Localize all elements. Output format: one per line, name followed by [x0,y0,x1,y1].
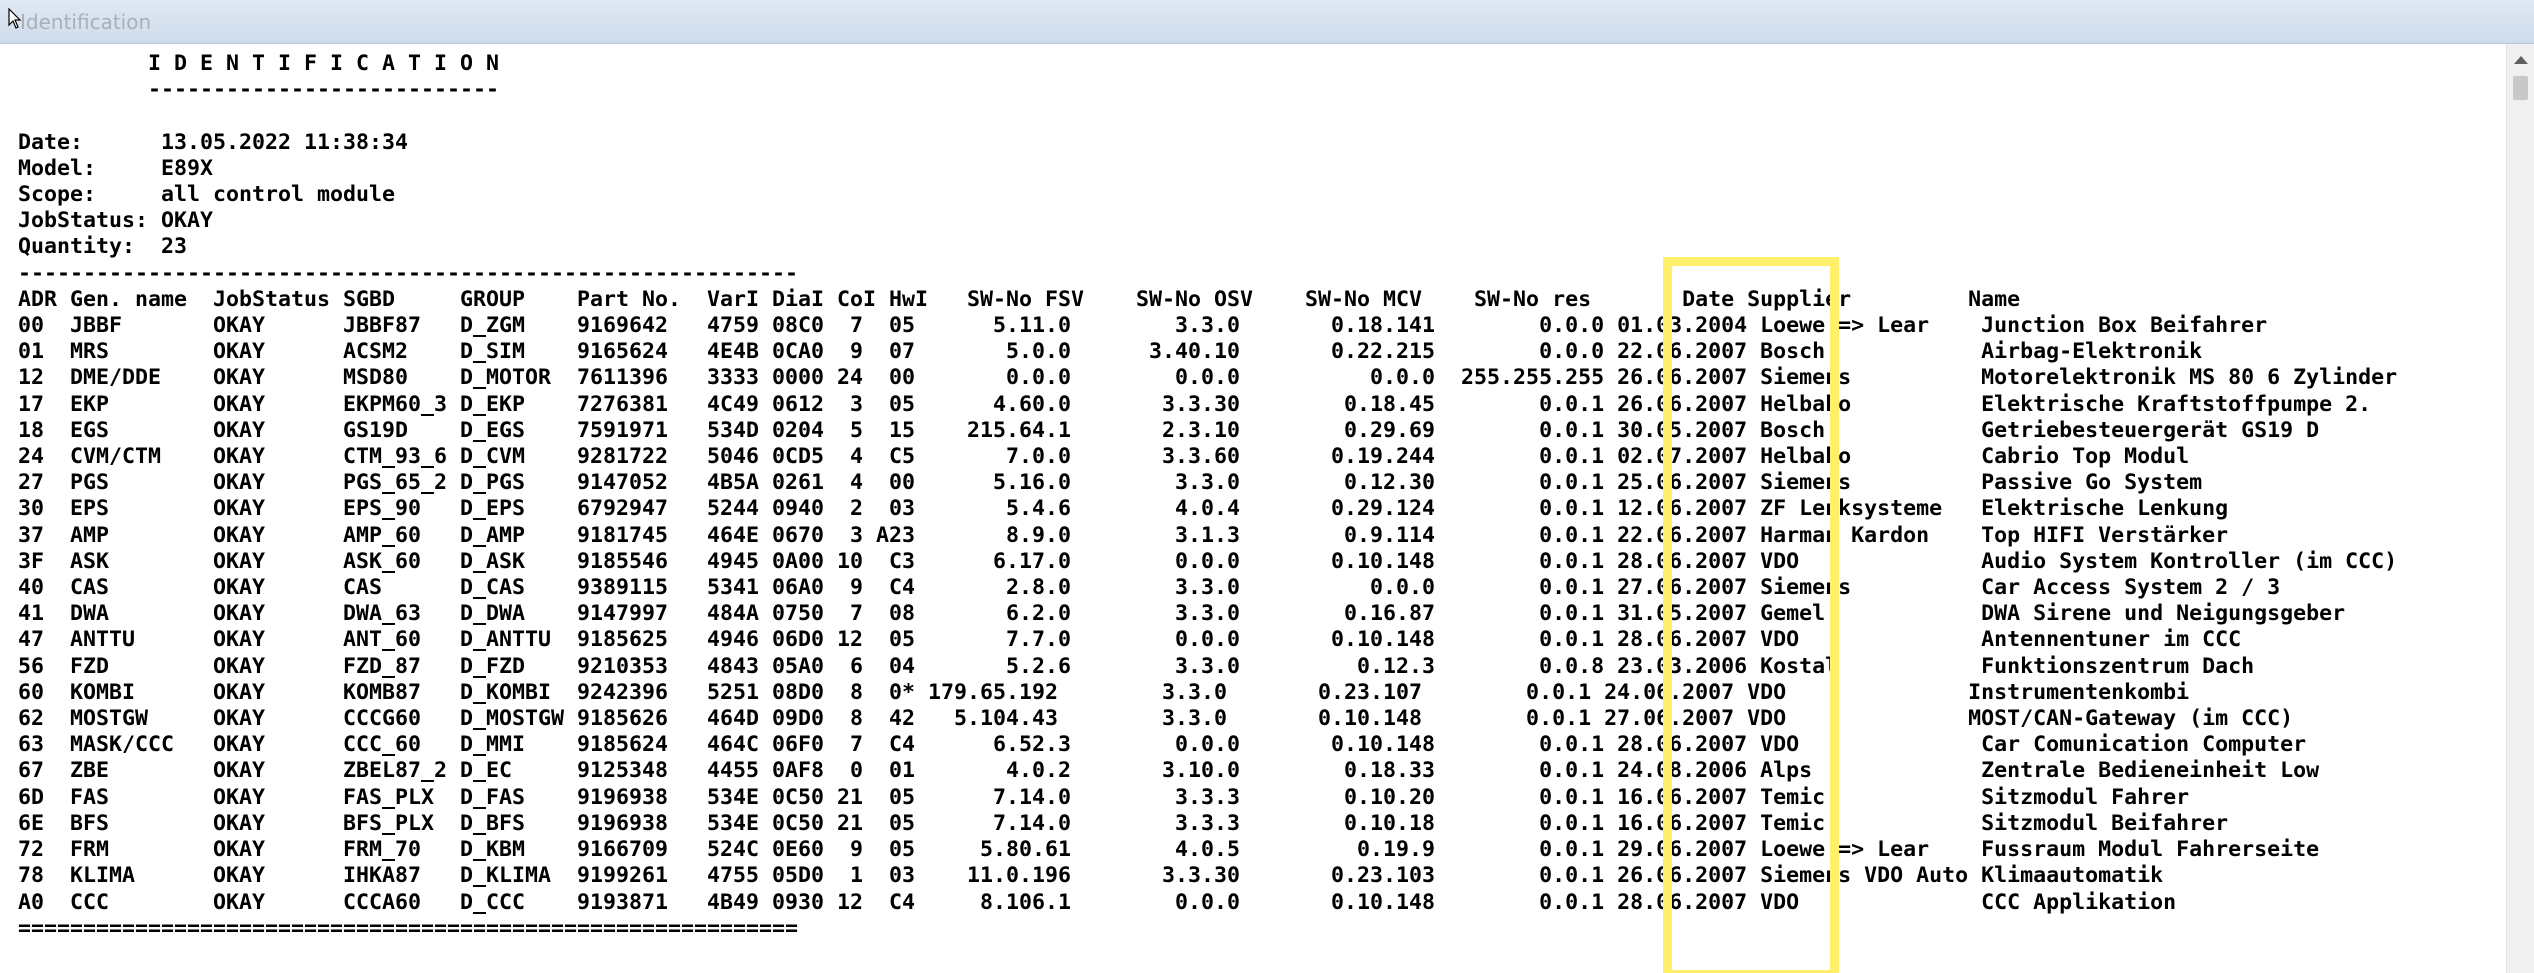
report-row: 01 MRS OKAY ACSM2 D_SIM 9165624 4E4B 0CA… [18,339,2203,365]
report-row: 72 FRM OKAY FRM_70 D_KBM 9166709 524C 0E… [18,837,2320,863]
scroll-up-arrow-icon[interactable] [2514,56,2528,64]
report-row: 6D FAS OKAY FAS_PLX D_FAS 9196938 534E 0… [18,784,2190,810]
report-row: 41 DWA OKAY DWA_63 D_DWA 9147997 484A 07… [18,601,2346,627]
identification-report: I D E N T I F I C A T I O N ------------… [18,51,2397,942]
report-row: 17 EKP OKAY EKPM60_3 D_EKP 7276381 4C49 … [18,391,2372,417]
report-line: Date: 13.05.2022 11:38:34 [18,129,409,155]
report-line: ========================================… [18,915,799,941]
vertical-scrollbar[interactable] [2506,44,2534,973]
report-row: 47 ANTTU OKAY ANT_60 D_ANTTU 9185625 494… [18,627,2242,653]
report-row: 62 MOSTGW OKAY CCCG60 D_MOSTGW 9185626 4… [18,706,2294,732]
report-row: 27 PGS OKAY PGS_65_2 D_PGS 9147052 4B5A … [18,470,2203,496]
report-line: --------------------------- [18,77,500,103]
report-row: A0 CCC OKAY CCCA60 D_CCC 9193871 4B49 09… [18,889,2177,915]
report-header-row: ADR Gen. name JobStatus SGBD GROUP Part … [18,286,2021,312]
report-row: 56 FZD OKAY FZD_87 D_FZD 9210353 4843 05… [18,653,2255,679]
window-titlebar[interactable]: Identification [0,0,2534,44]
report-row: 37 AMP OKAY AMP_60 D_AMP 9181745 464E 06… [18,522,2229,548]
report-line: Scope: all control module [18,182,396,208]
report-row: 6E BFS OKAY BFS_PLX D_BFS 9196938 534E 0… [18,810,2229,836]
report-row: 30 EPS OKAY EPS_90 D_EPS 6792947 5244 09… [18,496,2229,522]
report-line: Quantity: 23 [18,234,188,260]
report-row: 60 KOMBI OKAY KOMB87 D_KOMBI 9242396 525… [18,679,2190,705]
report-line: ----------------------------------------… [18,260,799,286]
report-row: 40 CAS OKAY CAS D_CAS 9389115 5341 06A0 … [18,575,2281,601]
report-line: JobStatus: OKAY [18,208,214,234]
report-line: Model: E89X [18,155,214,181]
window-title: Identification [20,10,152,34]
report-row: 78 KLIMA OKAY IHKA87 D_KLIMA 9199261 475… [18,863,2164,889]
report-row: 63 MASK/CCC OKAY CCC_60 D_MMI 9185624 46… [18,732,2307,758]
report-row: 18 EGS OKAY GS19D D_EGS 7591971 534D 020… [18,417,2320,443]
report-row: 24 CVM/CTM OKAY CTM_93_6 D_CVM 9281722 5… [18,444,2190,470]
report-row: 3F ASK OKAY ASK_60 D_ASK 9185546 4945 0A… [18,548,2398,574]
report-row: 12 DME/DDE OKAY MSD80 D_MOTOR 7611396 33… [18,365,2398,391]
report-row: 67 ZBE OKAY ZBEL87_2 D_EC 9125348 4455 0… [18,758,2320,784]
report-viewer[interactable]: I D E N T I F I C A T I O N ------------… [0,44,2506,973]
scroll-thumb[interactable] [2513,76,2528,100]
report-line: I D E N T I F I C A T I O N [18,51,500,76]
report-row: 00 JBBF OKAY JBBF87 D_ZGM 9169642 4759 0… [18,313,2268,339]
